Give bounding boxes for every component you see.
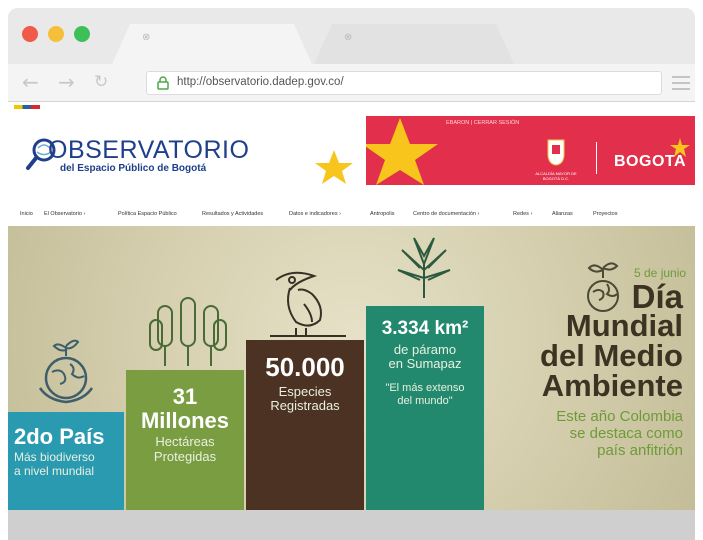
- tab-inactive[interactable]: ⊗: [314, 24, 514, 64]
- stat-big-text: 2do País: [14, 424, 105, 449]
- stat-small-text: Especies: [278, 384, 332, 399]
- earth-hands-icon: [38, 339, 94, 404]
- small-star-icon: [670, 138, 690, 157]
- stat-big-text: Millones: [140, 408, 229, 433]
- header-red-band: EBARON | CERRAR SESIÓN ALCALDÍA MAYOR DE…: [366, 116, 695, 185]
- nav-item-redes[interactable]: Redes ›: [513, 211, 532, 217]
- tab-close-icon[interactable]: ⊗: [344, 32, 352, 43]
- title-bar: ⊗ ⊗: [8, 8, 695, 64]
- nav-item-alianzas[interactable]: Alianzas: [552, 211, 573, 217]
- chevron-down-icon: ›: [83, 211, 86, 217]
- nav-item-centro-documentacion[interactable]: Centro de documentación ›: [413, 211, 479, 217]
- nav-item-label: Centro de documentación: [413, 211, 476, 217]
- browser-menu-icon[interactable]: [672, 76, 690, 94]
- reload-icon[interactable]: ↻: [94, 70, 108, 94]
- session-links[interactable]: EBARON | CERRAR SESIÓN: [446, 120, 519, 126]
- header-divider: [596, 142, 597, 174]
- stat-paramo: 3.334 km² de páramo en Sumapaz "El más e…: [366, 306, 484, 510]
- stat-big-text: 3.334 km²: [381, 318, 469, 339]
- globe-sprout-icon: [587, 262, 619, 312]
- stat-small-text: a nivel mundial: [14, 464, 95, 478]
- stat-small-text: Hectáreas: [155, 434, 215, 449]
- stat-big-text: 31: [172, 384, 198, 409]
- stat-small-text: Protegidas: [153, 449, 217, 464]
- nav-item-resultados[interactable]: Resultados y Actividades: [202, 211, 263, 217]
- nav-item-label: Redes: [513, 211, 529, 217]
- url-input[interactable]: http://observatorio.dadep.gov.co/: [146, 71, 662, 95]
- web-page: OBSERVATORIO del Espacio Público de Bogo…: [8, 102, 695, 510]
- stat-small-text: Registradas: [270, 398, 340, 413]
- subheadline-line: se destaca como: [569, 425, 683, 442]
- headline-line: Ambiente: [541, 368, 683, 403]
- flag-strip: [14, 105, 40, 109]
- subheadline-line: país anfitrión: [597, 442, 683, 459]
- stat-protected-hectares: 31 Millones Hectáreas Protegidas: [126, 370, 244, 510]
- stat-quote-text: del mundo": [397, 395, 453, 407]
- chevron-down-icon: ›: [530, 211, 533, 217]
- stat-small-text: en Sumapaz: [388, 356, 462, 371]
- nav-item-datos[interactable]: Datos e indicadores ›: [289, 211, 341, 217]
- nav-item-politica[interactable]: Política Espacio Público: [118, 211, 177, 217]
- big-star-icon: [366, 118, 438, 185]
- frailejon-plant-icon: [397, 237, 451, 298]
- stat-species: 50.000 Especies Registradas: [246, 340, 364, 510]
- maximize-window-button[interactable]: [74, 26, 90, 42]
- url-text: http://observatorio.dadep.gov.co/: [177, 76, 344, 88]
- subheadline-line: Este año Colombia: [556, 408, 683, 425]
- lock-icon: [157, 76, 169, 90]
- stat-big-text: 50.000: [265, 352, 345, 382]
- stat-biodiversity: 2do País Más biodiverso a nivel mundial: [8, 412, 124, 510]
- tab-active[interactable]: ⊗: [112, 24, 312, 64]
- stat-small-text: de páramo: [393, 342, 457, 357]
- toucan-icon: [270, 271, 346, 337]
- main-nav: Inicio El Observatorio › Política Espaci…: [8, 207, 695, 225]
- close-window-button[interactable]: [22, 26, 38, 42]
- forest-icon: [149, 297, 227, 366]
- minimize-window-button[interactable]: [48, 26, 64, 42]
- chevron-down-icon: ›: [339, 211, 341, 217]
- nav-item-label: Datos e indicadores: [289, 211, 338, 217]
- forward-arrow-icon[interactable]: →: [58, 70, 75, 94]
- chevron-down-icon: ›: [477, 211, 480, 217]
- back-arrow-icon[interactable]: ←: [22, 70, 39, 94]
- stat-quote-text: "El más extenso: [385, 382, 465, 394]
- alcaldia-label: ALCALDÍA MAYOR DE BOGOTÁ D.C.: [535, 171, 577, 181]
- logo-subtitle: del Espacio Público de Bogotá: [60, 163, 207, 174]
- browser-window: ⊗ ⊗ ← → ↻ http://observatorio.dadep.gov.…: [8, 8, 695, 540]
- nav-item-proyectos[interactable]: Proyectos: [593, 211, 617, 217]
- logo-title: OBSERVATORIO: [48, 136, 250, 164]
- nav-item-el-observatorio[interactable]: El Observatorio ›: [44, 211, 85, 217]
- nav-item-label: El Observatorio: [44, 211, 82, 217]
- tab-close-icon[interactable]: ⊗: [142, 32, 150, 43]
- address-bar: ← → ↻ http://observatorio.dadep.gov.co/: [8, 64, 695, 102]
- nav-item-inicio[interactable]: Inicio: [20, 211, 33, 217]
- stat-small-text: Más biodiverso: [14, 450, 95, 464]
- hero-banner[interactable]: 2do País Más biodiverso a nivel mundial: [8, 226, 695, 510]
- coat-of-arms-icon: [547, 139, 565, 166]
- nav-item-antropolis[interactable]: Antropolis: [370, 211, 394, 217]
